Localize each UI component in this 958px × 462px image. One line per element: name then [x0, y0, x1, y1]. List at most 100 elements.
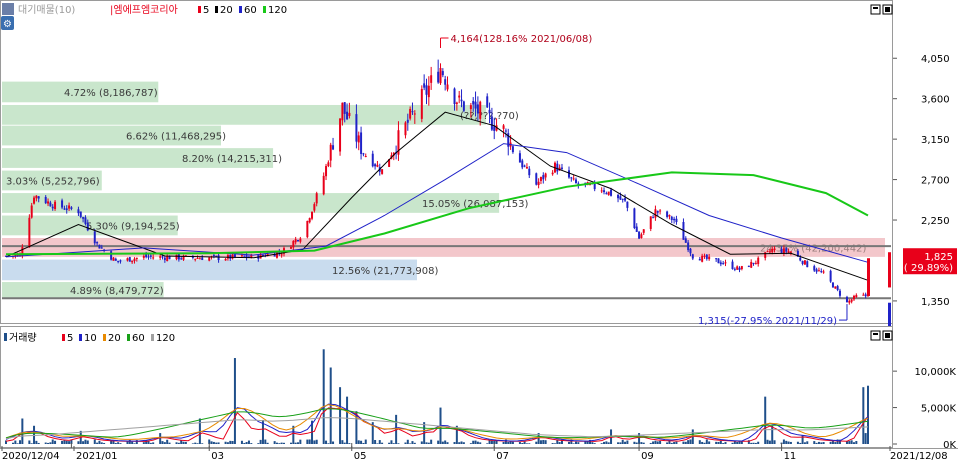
- volume-bar: [460, 441, 463, 444]
- ma-legend-20: 20: [220, 5, 233, 16]
- candle-body: [142, 255, 145, 258]
- volume-bar: [245, 442, 248, 444]
- candle-body: [229, 254, 232, 259]
- candle-body: [84, 217, 87, 224]
- candle-body: [537, 181, 540, 186]
- candle-body: [299, 238, 302, 242]
- volume-bar: [845, 441, 848, 444]
- candle-body: [567, 170, 570, 178]
- candle-body: [460, 99, 463, 102]
- candle-body: [311, 211, 314, 219]
- volume-bar: [542, 439, 545, 444]
- candle-body: [147, 256, 150, 258]
- candle-body: [413, 113, 416, 115]
- candle-body: [44, 196, 47, 204]
- candle-body: [177, 254, 180, 260]
- candle-body: [640, 234, 643, 239]
- volume-bar: [37, 442, 40, 444]
- volume-bar: [469, 443, 472, 444]
- candle-body: [159, 256, 162, 258]
- candle-body: [30, 205, 33, 218]
- volume-bar: [308, 439, 311, 444]
- volume-bar: [409, 443, 412, 444]
- volume-bar: [675, 441, 678, 444]
- candle-body: [423, 83, 426, 88]
- candle-body: [785, 248, 788, 252]
- volume-bar: [201, 443, 204, 444]
- volume-bar: [329, 367, 332, 444]
- volume-bar: [511, 441, 514, 444]
- candle-body: [817, 270, 820, 272]
- candle-body: [719, 262, 722, 265]
- candle-body: [201, 257, 204, 260]
- ma-legend-5: 5: [203, 5, 209, 16]
- candle-body: [838, 290, 841, 296]
- ma-legend-60: 60: [244, 5, 257, 16]
- candle-body: [332, 145, 335, 150]
- candle-body: [409, 108, 412, 119]
- candle-body: [100, 247, 103, 249]
- volume-bar: [430, 439, 433, 444]
- volume-bar: [243, 442, 246, 444]
- candle-body: [355, 114, 358, 142]
- candle-body: [551, 172, 554, 175]
- volume-bar: [848, 441, 851, 444]
- volume-bar: [93, 439, 96, 444]
- volume-bar: [523, 441, 526, 444]
- candle-body: [708, 256, 711, 260]
- candle-body: [371, 153, 374, 167]
- candle-body: [65, 208, 68, 210]
- candle-body: [572, 178, 575, 180]
- volume-bar: [313, 440, 316, 444]
- candle-body: [780, 248, 783, 253]
- candle-body: [570, 177, 573, 179]
- candle-body: [362, 153, 365, 155]
- volume-bar: [411, 441, 414, 444]
- volume-bar: [521, 442, 524, 444]
- candle-body: [208, 257, 211, 261]
- volume-bar: [701, 441, 704, 444]
- candle-body: [754, 262, 757, 264]
- candle-body: [280, 254, 283, 256]
- volume-bar: [142, 442, 145, 444]
- volume-bar: [806, 441, 809, 444]
- candle-body: [376, 164, 379, 167]
- volume-bar: [61, 440, 64, 444]
- candle-body: [834, 286, 837, 289]
- volume-tick-label: 10,000K: [914, 367, 956, 378]
- volume-bar: [184, 441, 187, 444]
- candle-body: [297, 240, 300, 242]
- volume-bar: [343, 442, 346, 444]
- volume-bar: [348, 443, 351, 444]
- volume-bar: [224, 441, 227, 444]
- volume-bar: [212, 441, 215, 444]
- volume-profile-hint: 대기매물(10): [18, 4, 75, 16]
- candle-body: [528, 168, 531, 176]
- volume-bar: [196, 443, 199, 444]
- volume-bar: [633, 441, 636, 444]
- volume-bar: [388, 442, 391, 444]
- candle-body: [768, 251, 771, 253]
- volume-bar: [528, 443, 531, 444]
- volume-bar: [100, 442, 103, 444]
- volume-bar: [787, 441, 790, 444]
- volume-bar: [799, 442, 802, 444]
- candle-body: [733, 268, 736, 270]
- candle-body: [757, 257, 760, 265]
- volume-bar: [621, 439, 624, 444]
- candle-body: [128, 257, 131, 262]
- panel-maximize-button[interactable]: [870, 330, 881, 341]
- volume-bar: [44, 442, 47, 444]
- volume-bar: [698, 440, 701, 444]
- candle-body: [68, 205, 71, 209]
- panel-maximize-button[interactable]: [870, 4, 881, 15]
- candle-body: [28, 217, 31, 248]
- candle-body: [37, 196, 40, 199]
- candle-body: [799, 257, 802, 261]
- candle-body: [119, 260, 122, 262]
- volume-bar: [259, 439, 262, 444]
- candle-body: [308, 218, 311, 223]
- candle-body: [325, 166, 328, 177]
- volume-bar: [572, 443, 575, 444]
- candle-body: [703, 255, 706, 257]
